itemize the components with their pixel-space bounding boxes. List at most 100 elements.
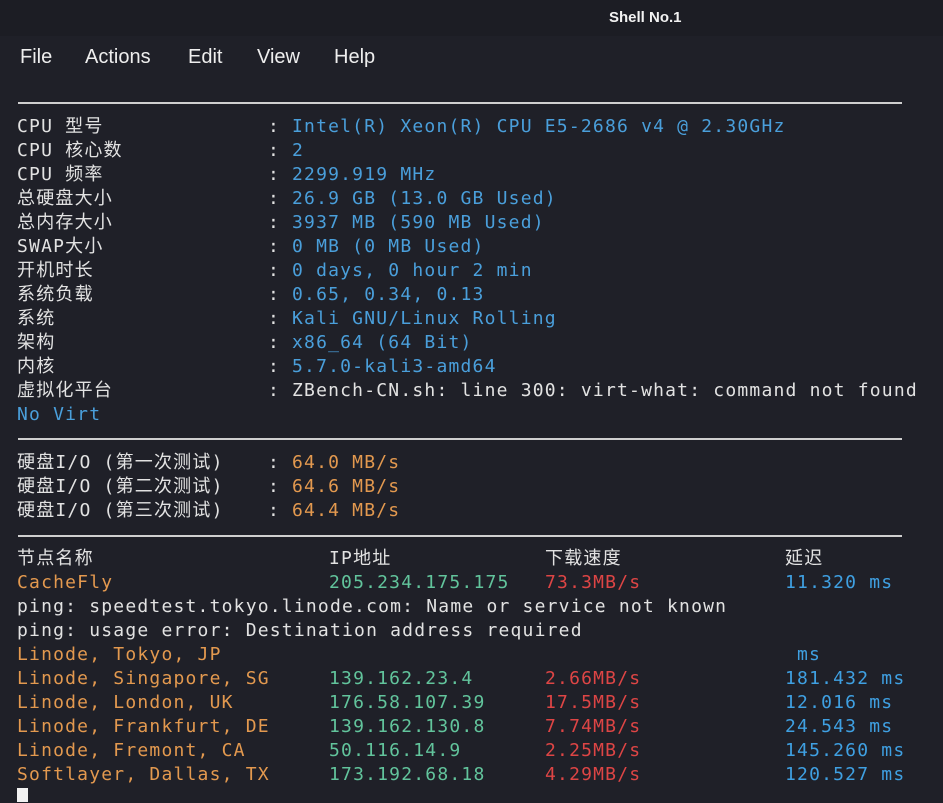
info-colon: :: [268, 164, 281, 185]
ping-error-message: ping: usage error: Destination address r…: [17, 620, 583, 641]
terminal-window: Shell No.1 File Actions Edit View Help C…: [0, 0, 943, 803]
node-latency: 11.320 ms: [785, 572, 894, 593]
info-label: 开机时长: [17, 260, 94, 281]
header-latency: 延迟: [785, 548, 824, 569]
text-cursor: [17, 788, 28, 802]
table-row: Linode, London, UK 176.58.107.39 17.5MB/…: [0, 691, 943, 715]
speed-table-header: 节点名称 IP地址 下载速度 延迟: [0, 547, 943, 571]
info-colon: :: [268, 116, 281, 137]
table-row: Softlayer, Dallas, TX 173.192.68.18 4.29…: [0, 763, 943, 787]
disk-io-label: 硬盘I/O (第一次测试): [17, 452, 224, 473]
disk-io-colon: :: [268, 500, 281, 521]
disk-io-row-3: 硬盘I/O (第三次测试) : 64.4 MB/s: [0, 499, 943, 523]
info-value: 2: [292, 140, 305, 161]
info-value: Intel(R) Xeon(R) CPU E5-2686 v4 @ 2.30GH…: [292, 116, 786, 137]
menu-bar: File Actions Edit View Help: [0, 36, 943, 84]
node-speed: 73.3MB/s: [545, 572, 642, 593]
info-value: 0 days, 0 hour 2 min: [292, 260, 533, 281]
node-ip: 176.58.107.39: [329, 692, 486, 713]
node-speed: 17.5MB/s: [545, 692, 642, 713]
error-message: ZBench-CN.sh: line 300: virt-what: comma…: [292, 380, 918, 401]
virt-result-row: No Virt: [0, 403, 943, 427]
table-row: Linode, Fremont, CA 50.116.14.9 2.25MB/s…: [0, 739, 943, 763]
node-latency: ms: [797, 644, 822, 665]
node-ip: 139.162.23.4: [329, 668, 474, 689]
disk-io-value: 64.0 MB/s: [292, 452, 401, 473]
node-latency: 24.543 ms: [785, 716, 894, 737]
info-colon: :: [268, 260, 281, 281]
info-row-uptime: 开机时长 : 0 days, 0 hour 2 min: [0, 259, 943, 283]
node-latency: 145.260 ms: [785, 740, 906, 761]
info-row-load: 系统负载 : 0.65, 0.34, 0.13: [0, 283, 943, 307]
disk-io-row-2: 硬盘I/O (第二次测试) : 64.6 MB/s: [0, 475, 943, 499]
disk-io-label: 硬盘I/O (第二次测试): [17, 476, 224, 497]
terminal-output[interactable]: CPU 型号 : Intel(R) Xeon(R) CPU E5-2686 v4…: [0, 84, 943, 803]
info-colon: :: [268, 284, 281, 305]
menu-edit[interactable]: Edit: [188, 46, 222, 69]
menu-view[interactable]: View: [257, 46, 300, 69]
ping-error-row: ping: usage error: Destination address r…: [0, 619, 943, 643]
node-latency: 181.432 ms: [785, 668, 906, 689]
info-label: 内核: [17, 356, 56, 377]
info-value: 0.65, 0.34, 0.13: [292, 284, 485, 305]
info-row-cpu-freq: CPU 频率 : 2299.919 MHz: [0, 163, 943, 187]
info-row-kernel: 内核 : 5.7.0-kali3-amd64: [0, 355, 943, 379]
menu-help[interactable]: Help: [334, 46, 375, 69]
table-row: Linode, Singapore, SG 139.162.23.4 2.66M…: [0, 667, 943, 691]
separator-line: [18, 535, 902, 537]
info-label: 总硬盘大小: [17, 188, 113, 209]
info-colon: :: [268, 380, 281, 401]
header-node: 节点名称: [17, 548, 94, 569]
node-speed: 4.29MB/s: [545, 764, 642, 785]
info-colon: :: [268, 140, 281, 161]
header-speed: 下载速度: [545, 548, 622, 569]
disk-io-value: 64.6 MB/s: [292, 476, 401, 497]
info-colon: :: [268, 332, 281, 353]
node-latency: 12.016 ms: [785, 692, 894, 713]
info-value: Kali GNU/Linux Rolling: [292, 308, 557, 329]
table-row: Linode, Tokyo, JP ms: [0, 643, 943, 667]
menu-actions[interactable]: Actions: [85, 46, 151, 69]
node-name: Softlayer, Dallas, TX: [17, 764, 270, 785]
disk-io-colon: :: [268, 452, 281, 473]
table-row: CacheFly 205.234.175.175 73.3MB/s 11.320…: [0, 571, 943, 595]
info-label: 系统: [17, 308, 56, 329]
info-colon: :: [268, 236, 281, 257]
disk-io-value: 64.4 MB/s: [292, 500, 401, 521]
node-name: Linode, London, UK: [17, 692, 234, 713]
info-label: 虚拟化平台: [17, 380, 113, 401]
table-row: Linode, Frankfurt, DE 139.162.130.8 7.74…: [0, 715, 943, 739]
info-row-disk-size: 总硬盘大小 : 26.9 GB (13.0 GB Used): [0, 187, 943, 211]
header-ip: IP地址: [329, 548, 392, 569]
node-name: Linode, Singapore, SG: [17, 668, 270, 689]
info-colon: :: [268, 212, 281, 233]
node-name: Linode, Fremont, CA: [17, 740, 246, 761]
node-ip: 173.192.68.18: [329, 764, 486, 785]
info-label: CPU 核心数: [17, 140, 123, 161]
disk-io-row-1: 硬盘I/O (第一次测试) : 64.0 MB/s: [0, 451, 943, 475]
info-row-arch: 架构 : x86_64 (64 Bit): [0, 331, 943, 355]
info-row-os: 系统 : Kali GNU/Linux Rolling: [0, 307, 943, 331]
node-speed: 2.66MB/s: [545, 668, 642, 689]
node-name: CacheFly: [17, 572, 114, 593]
disk-io-colon: :: [268, 476, 281, 497]
node-ip: 205.234.175.175: [329, 572, 510, 593]
window-title: Shell No.1: [609, 9, 682, 26]
node-name: Linode, Tokyo, JP: [17, 644, 222, 665]
info-label: CPU 频率: [17, 164, 104, 185]
ping-error-row: ping: speedtest.tokyo.linode.com: Name o…: [0, 595, 943, 619]
info-value: 3937 MB (590 MB Used): [292, 212, 545, 233]
info-label: CPU 型号: [17, 116, 104, 137]
separator-line: [18, 102, 902, 104]
info-value: 26.9 GB (13.0 GB Used): [292, 188, 557, 209]
info-label: SWAP大小: [17, 236, 104, 257]
disk-io-label: 硬盘I/O (第三次测试): [17, 500, 224, 521]
info-label: 架构: [17, 332, 56, 353]
info-row-cpu-cores: CPU 核心数 : 2: [0, 139, 943, 163]
menu-file[interactable]: File: [20, 46, 52, 69]
info-colon: :: [268, 188, 281, 209]
info-row-memory: 总内存大小 : 3937 MB (590 MB Used): [0, 211, 943, 235]
info-value: x86_64 (64 Bit): [292, 332, 473, 353]
info-value: 0 MB (0 MB Used): [292, 236, 485, 257]
title-bar[interactable]: Shell No.1: [0, 0, 943, 36]
